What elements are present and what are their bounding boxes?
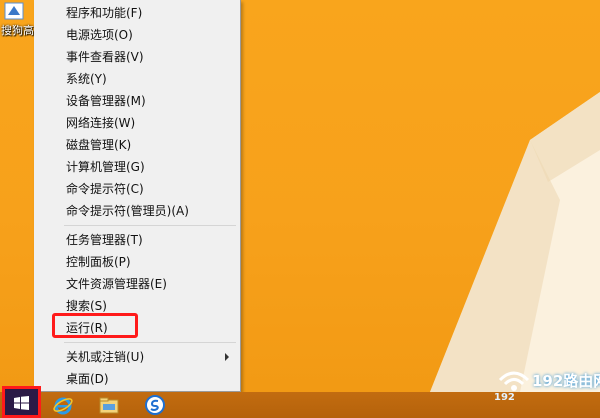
watermark-brand: 192路由网 [532,372,600,390]
wifi-logo-icon [498,371,530,391]
menu-separator [64,342,236,343]
internet-explorer-icon[interactable] [52,394,74,416]
desktop-shortcut[interactable]: 搜狗高 [0,0,36,42]
desktop-shortcut-label: 搜狗高 [1,24,34,37]
menu-separator [64,225,236,226]
menu-item-task-manager[interactable]: 任务管理器(T) [34,229,239,251]
menu-item-device-manager[interactable]: 设备管理器(M) [34,90,239,112]
sogou-browser-icon [4,2,24,20]
menu-item-run[interactable]: 运行(R) [34,317,239,339]
menu-item-shutdown-signout[interactable]: 关机或注销(U) [34,346,239,368]
watermark: 192路由网 192 [492,362,600,418]
menu-item-network-connections[interactable]: 网络连接(W) [34,112,239,134]
menu-item-disk-management[interactable]: 磁盘管理(K) [34,134,239,156]
menu-item-file-explorer[interactable]: 文件资源管理器(E) [34,273,239,295]
menu-item-command-prompt[interactable]: 命令提示符(C) [34,178,239,200]
watermark-sub: 192 [494,392,515,403]
start-button[interactable] [2,386,41,418]
power-user-menu: 程序和功能(F) 电源选项(O) 事件查看器(V) 系统(Y) 设备管理器(M)… [34,0,241,392]
menu-item-power-options[interactable]: 电源选项(O) [34,24,239,46]
windows-start-icon [14,396,29,410]
menu-item-control-panel[interactable]: 控制面板(P) [34,251,239,273]
menu-item-desktop[interactable]: 桌面(D) [34,368,239,390]
submenu-arrow-icon [225,353,229,361]
menu-item-search[interactable]: 搜索(S) [34,295,239,317]
menu-item-system[interactable]: 系统(Y) [34,68,239,90]
menu-item-event-viewer[interactable]: 事件查看器(V) [34,46,239,68]
menu-item-command-prompt-admin[interactable]: 命令提示符(管理员)(A) [34,200,239,222]
menu-item-shutdown-label: 关机或注销(U) [66,350,145,364]
sogou-icon[interactable] [144,394,166,416]
file-explorer-icon[interactable] [98,394,120,416]
menu-item-programs-features[interactable]: 程序和功能(F) [34,2,239,24]
menu-item-computer-management[interactable]: 计算机管理(G) [34,156,239,178]
